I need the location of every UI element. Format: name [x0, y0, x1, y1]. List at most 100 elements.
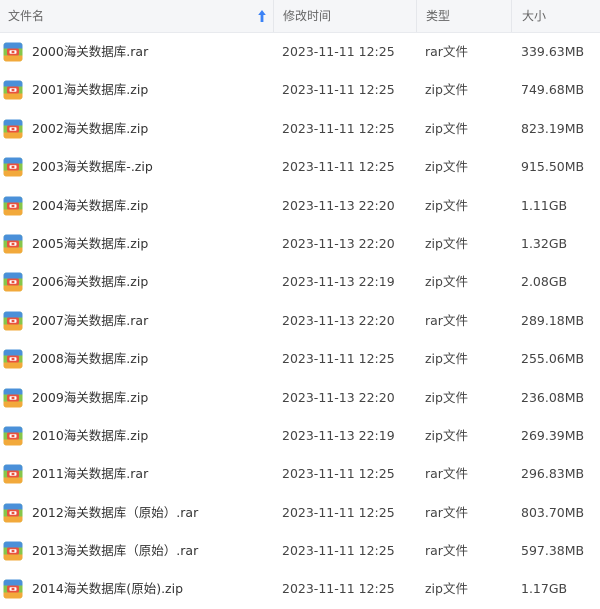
file-name[interactable]: 2012海关数据库（原始）.rar: [32, 494, 198, 532]
file-modified-date: 2023-11-13 22:20: [282, 312, 395, 328]
archive-icon: [3, 157, 23, 177]
file-name[interactable]: 2006海关数据库.zip: [32, 263, 148, 301]
file-size: 823.19MB: [521, 120, 585, 136]
file-name-cell: 2004海关数据库.zip: [0, 187, 273, 225]
file-name[interactable]: 2011海关数据库.rar: [32, 455, 148, 493]
file-type: zip文件: [425, 581, 468, 597]
file-name[interactable]: 2000海关数据库.rar: [32, 33, 148, 71]
file-name-cell: 2011海关数据库.rar: [0, 455, 273, 493]
file-modified-date: 2023-11-11 12:25: [282, 44, 395, 59]
file-row[interactable]: 2001海关数据库.zip 2023-11-11 12:25 zip文件 749…: [0, 71, 600, 109]
file-modified-date: 2023-11-11 12:25: [282, 543, 395, 559]
file-name[interactable]: 2003海关数据库-.zip: [32, 148, 153, 186]
file-row[interactable]: 2014海关数据库(原始).zip 2023-11-11 12:25 zip文件…: [0, 570, 600, 608]
file-name[interactable]: 2008海关数据库.zip: [32, 340, 148, 378]
file-name-cell: 2005海关数据库.zip: [0, 225, 273, 263]
archive-icon: [3, 388, 23, 408]
file-modified-date: 2023-11-13 22:20: [282, 389, 395, 405]
file-row[interactable]: 2008海关数据库.zip 2023-11-11 12:25 zip文件 255…: [0, 340, 600, 378]
file-type: zip文件: [425, 351, 468, 367]
column-header-type-label: 类型: [426, 9, 451, 23]
file-row[interactable]: 2000海关数据库.rar 2023-11-11 12:25 rar文件 339…: [0, 33, 600, 71]
file-type: rar文件: [425, 44, 468, 59]
archive-icon: [3, 541, 23, 561]
file-modified-date: 2023-11-11 12:25: [282, 159, 395, 175]
file-name-cell: 2008海关数据库.zip: [0, 340, 273, 378]
file-name[interactable]: 2002海关数据库.zip: [32, 110, 148, 148]
file-row[interactable]: 2006海关数据库.zip 2023-11-13 22:19 zip文件 2.0…: [0, 263, 600, 301]
column-header-size[interactable]: 大小: [511, 0, 600, 32]
file-type: zip文件: [425, 274, 468, 290]
file-size: 1.11GB: [521, 197, 568, 213]
file-name-cell: 2002海关数据库.zip: [0, 110, 273, 148]
file-size: 236.08MB: [521, 389, 585, 405]
file-name[interactable]: 2001海关数据库.zip: [32, 71, 148, 109]
file-name-cell: 2014海关数据库(原始).zip: [0, 570, 273, 608]
file-modified-date: 2023-11-13 22:19: [282, 427, 395, 443]
file-row[interactable]: 2007海关数据库.rar 2023-11-13 22:20 rar文件 289…: [0, 302, 600, 340]
file-size: 289.18MB: [521, 312, 585, 328]
file-type: zip文件: [425, 82, 468, 98]
file-type: zip文件: [425, 427, 468, 443]
archive-icon: [3, 119, 23, 139]
file-name-cell: 2013海关数据库（原始）.rar: [0, 532, 273, 570]
file-type: zip文件: [425, 389, 468, 405]
file-row[interactable]: 2009海关数据库.zip 2023-11-13 22:20 zip文件 236…: [0, 379, 600, 417]
file-row[interactable]: 2012海关数据库（原始）.rar 2023-11-11 12:25 rar文件…: [0, 494, 600, 532]
file-modified-date: 2023-11-11 12:25: [282, 581, 395, 597]
file-name[interactable]: 2007海关数据库.rar: [32, 302, 148, 340]
file-type: rar文件: [425, 543, 468, 559]
column-header-date-label: 修改时间: [283, 9, 332, 23]
file-row[interactable]: 2004海关数据库.zip 2023-11-13 22:20 zip文件 1.1…: [0, 187, 600, 225]
sort-arrow-up-icon[interactable]: [257, 9, 267, 23]
column-header-name[interactable]: 文件名: [0, 0, 273, 32]
file-size: 296.83MB: [521, 466, 585, 482]
file-name[interactable]: 2013海关数据库（原始）.rar: [32, 532, 198, 570]
column-header-type[interactable]: 类型: [416, 0, 511, 32]
file-type: rar文件: [425, 504, 468, 520]
file-name[interactable]: 2004海关数据库.zip: [32, 187, 148, 225]
archive-icon: [3, 426, 23, 446]
file-modified-date: 2023-11-11 12:25: [282, 504, 395, 520]
file-row[interactable]: 2005海关数据库.zip 2023-11-13 22:20 zip文件 1.3…: [0, 225, 600, 263]
column-header-date[interactable]: 修改时间: [273, 0, 416, 32]
file-name-cell: 2012海关数据库（原始）.rar: [0, 494, 273, 532]
file-name[interactable]: 2005海关数据库.zip: [32, 225, 148, 263]
file-modified-date: 2023-11-13 22:19: [282, 274, 395, 290]
file-name[interactable]: 2014海关数据库(原始).zip: [32, 570, 183, 608]
file-name-cell: 2000海关数据库.rar: [0, 33, 273, 71]
archive-icon: [3, 272, 23, 292]
file-modified-date: 2023-11-13 22:20: [282, 197, 395, 213]
file-size: 255.06MB: [521, 351, 585, 367]
file-size: 749.68MB: [521, 82, 585, 98]
file-type: zip文件: [425, 197, 468, 213]
file-name-cell: 2001海关数据库.zip: [0, 71, 273, 109]
file-size: 2.08GB: [521, 274, 568, 290]
file-size: 597.38MB: [521, 543, 585, 559]
archive-icon: [3, 349, 23, 369]
file-name[interactable]: 2009海关数据库.zip: [32, 379, 148, 417]
file-type: rar文件: [425, 466, 468, 482]
archive-icon: [3, 42, 23, 62]
file-type: zip文件: [425, 235, 468, 251]
file-modified-date: 2023-11-11 12:25: [282, 120, 395, 136]
file-size: 269.39MB: [521, 427, 585, 443]
file-type: rar文件: [425, 312, 468, 328]
file-modified-date: 2023-11-11 12:25: [282, 82, 395, 98]
file-size: 915.50MB: [521, 159, 585, 175]
file-row[interactable]: 2013海关数据库（原始）.rar 2023-11-11 12:25 rar文件…: [0, 532, 600, 570]
file-row[interactable]: 2010海关数据库.zip 2023-11-13 22:19 zip文件 269…: [0, 417, 600, 455]
file-row[interactable]: 2011海关数据库.rar 2023-11-11 12:25 rar文件 296…: [0, 455, 600, 493]
archive-icon: [3, 464, 23, 484]
file-modified-date: 2023-11-11 12:25: [282, 466, 395, 482]
file-name-cell: 2003海关数据库-.zip: [0, 148, 273, 186]
file-name[interactable]: 2010海关数据库.zip: [32, 417, 148, 455]
file-row[interactable]: 2003海关数据库-.zip 2023-11-11 12:25 zip文件 91…: [0, 148, 600, 186]
file-row[interactable]: 2002海关数据库.zip 2023-11-11 12:25 zip文件 823…: [0, 110, 600, 148]
file-modified-date: 2023-11-11 12:25: [282, 351, 395, 367]
file-list: 文件名 修改时间 类型 大小 2000海关数据库.rar 2023-11-11 …: [0, 0, 600, 604]
archive-icon: [3, 196, 23, 216]
file-name-cell: 2010海关数据库.zip: [0, 417, 273, 455]
file-name-cell: 2009海关数据库.zip: [0, 379, 273, 417]
archive-icon: [3, 80, 23, 100]
